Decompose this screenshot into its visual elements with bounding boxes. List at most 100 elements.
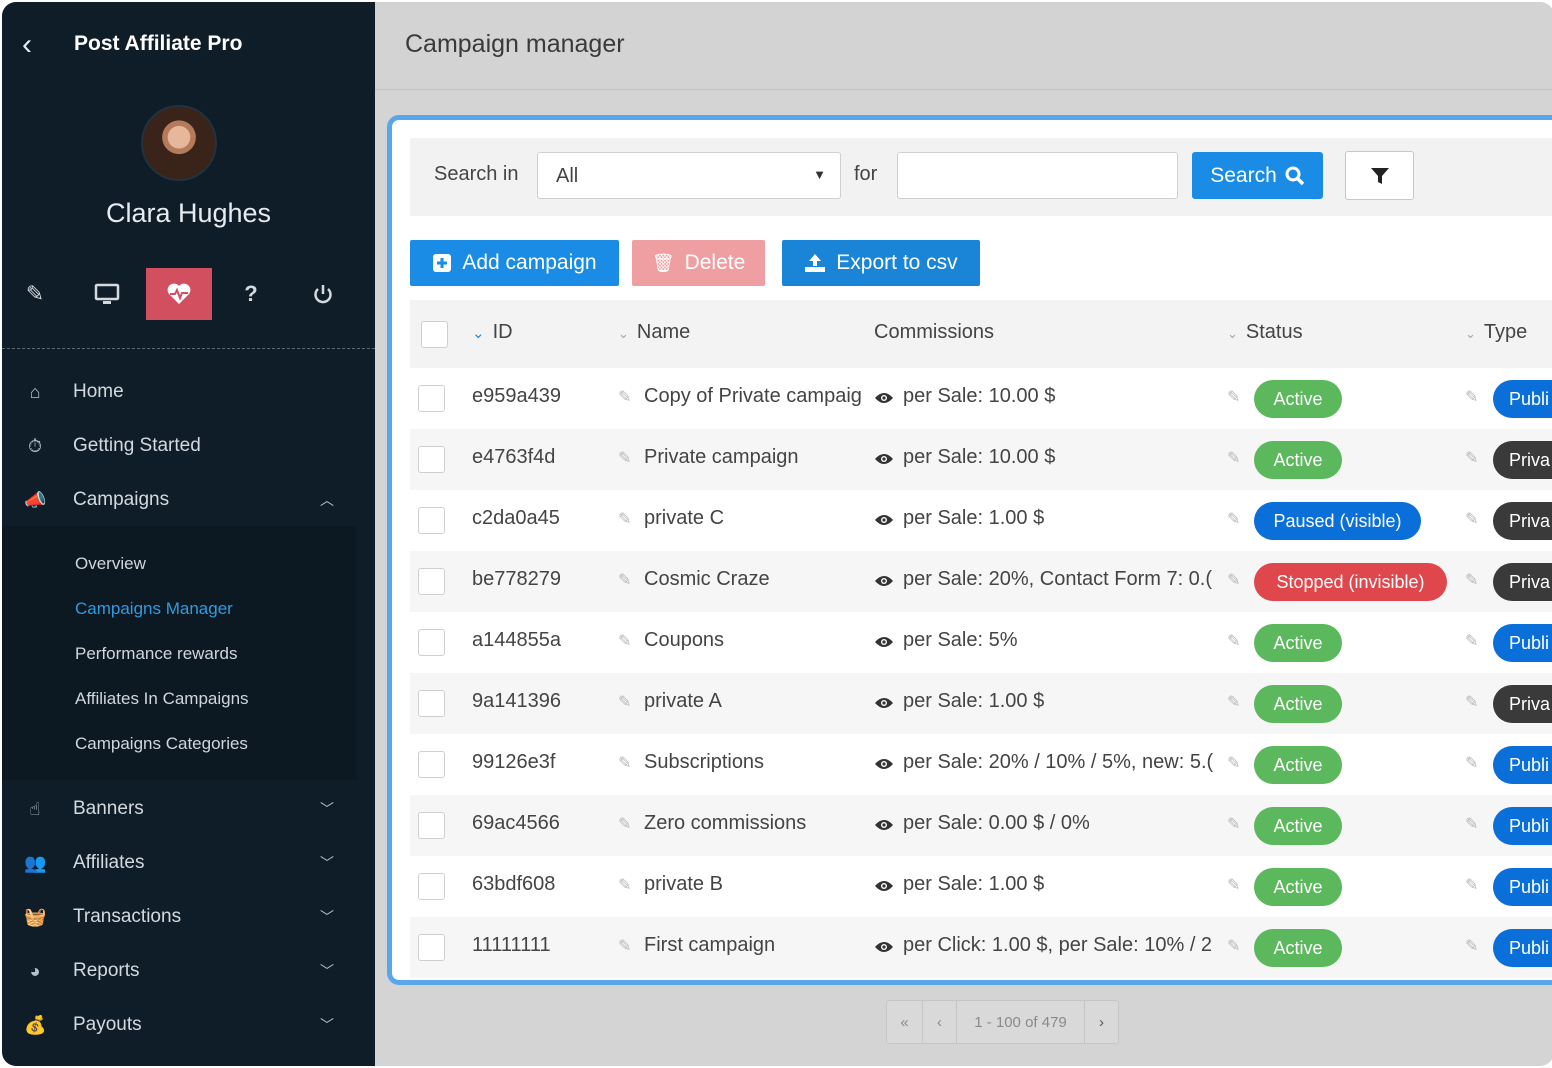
delete-button[interactable]: 🗑 Delete — [632, 240, 765, 286]
sidebar-item-payouts[interactable]: 💰 Payouts ﹀ — [2, 1003, 375, 1047]
table-row[interactable]: 11111111 ✎ First campaign per Click: 1.00 $… — [410, 917, 1552, 978]
heart-pulse-icon[interactable] — [146, 268, 212, 320]
pencil-icon[interactable]: ✎ — [1465, 814, 1478, 834]
pencil-icon[interactable]: ✎ — [1465, 387, 1478, 407]
help-icon[interactable]: ? — [218, 268, 284, 320]
type-badge[interactable]: Priva — [1493, 685, 1552, 723]
pencil-icon[interactable]: ✎ — [1465, 448, 1478, 468]
pencil-icon[interactable]: ✎ — [1227, 814, 1240, 834]
pencil-icon[interactable]: ✎ — [1227, 631, 1240, 651]
table-row[interactable]: e959a439 ✎ Copy of Private campaig per Sale… — [410, 368, 1552, 429]
table-row[interactable]: a144855a ✎ Coupons per Sale: 5% ✎ Active ✎ Publ… — [410, 612, 1552, 673]
sidebar-item-transactions[interactable]: 🧺 Transactions ﹀ — [2, 895, 375, 939]
type-badge[interactable]: Publi — [1493, 868, 1552, 906]
status-badge[interactable]: Paused (visible) — [1254, 502, 1421, 540]
pencil-icon[interactable]: ✎ — [618, 936, 631, 956]
search-in-select[interactable]: All ▼ — [537, 152, 841, 199]
pencil-icon[interactable]: ✎ — [1465, 631, 1478, 651]
pencil-icon[interactable]: ✎ — [618, 387, 631, 407]
type-badge[interactable]: Publi — [1493, 380, 1552, 418]
search-input[interactable] — [897, 152, 1178, 199]
select-all-checkbox[interactable] — [421, 321, 448, 348]
pencil-icon[interactable]: ✎ — [618, 448, 631, 468]
prev-page-button[interactable]: ‹ — [923, 1001, 957, 1043]
pencil-icon[interactable]: ✎ — [2, 268, 68, 320]
row-checkbox[interactable] — [418, 446, 445, 473]
pencil-icon[interactable]: ✎ — [1227, 692, 1240, 712]
type-badge[interactable]: Priva — [1493, 441, 1552, 479]
sidebar-item-banners[interactable]: ☝ Banners ﹀ — [2, 787, 375, 831]
row-checkbox[interactable] — [418, 934, 445, 961]
eye-icon[interactable] — [874, 452, 894, 466]
status-badge[interactable]: Active — [1254, 868, 1342, 906]
column-header-status[interactable]: ⌄ Status — [1227, 321, 1303, 344]
export-csv-button[interactable]: Export to csv — [782, 240, 980, 286]
eye-icon[interactable] — [874, 879, 894, 893]
type-badge[interactable]: Priva — [1493, 563, 1552, 601]
pencil-icon[interactable]: ✎ — [618, 753, 631, 773]
row-checkbox[interactable] — [418, 507, 445, 534]
pencil-icon[interactable]: ✎ — [1227, 875, 1240, 895]
table-row[interactable]: be778279 ✎ Cosmic Craze per Sale: 20%, Cont… — [410, 551, 1552, 612]
monitor-icon[interactable] — [74, 268, 140, 320]
pencil-icon[interactable]: ✎ — [1465, 753, 1478, 773]
eye-icon[interactable] — [874, 696, 894, 710]
row-checkbox[interactable] — [418, 629, 445, 656]
sidebar-item-getting-started[interactable]: ⏱ Getting Started — [2, 424, 375, 468]
status-badge[interactable]: Active — [1254, 746, 1342, 784]
submenu-item-campaigns-manager[interactable]: Campaigns Manager — [75, 599, 233, 619]
pencil-icon[interactable]: ✎ — [618, 814, 631, 834]
type-badge[interactable]: Publi — [1493, 807, 1552, 845]
row-checkbox[interactable] — [418, 751, 445, 778]
table-row[interactable]: e4763f4d ✎ Private campaign per Sale: 10.00… — [410, 429, 1552, 490]
row-checkbox[interactable] — [418, 568, 445, 595]
pencil-icon[interactable]: ✎ — [1227, 936, 1240, 956]
eye-icon[interactable] — [874, 574, 894, 588]
pencil-icon[interactable]: ✎ — [1465, 692, 1478, 712]
table-row[interactable]: 9a141396 ✎ private A per Sale: 1.00 $ ✎ Activ… — [410, 673, 1552, 734]
pencil-icon[interactable]: ✎ — [618, 570, 631, 590]
first-page-button[interactable]: « — [887, 1001, 923, 1043]
table-row[interactable]: 69ac4566 ✎ Zero commissions per Sale: 0.00 … — [410, 795, 1552, 856]
type-badge[interactable]: Priva — [1493, 502, 1552, 540]
pencil-icon[interactable]: ✎ — [618, 509, 631, 529]
column-header-name[interactable]: ⌄ Name — [618, 321, 690, 344]
next-page-button[interactable]: › — [1085, 1001, 1118, 1043]
status-badge[interactable]: Active — [1254, 624, 1342, 662]
table-row[interactable]: 63bdf608 ✎ private B per Sale: 1.00 $ ✎ Activ… — [410, 856, 1552, 917]
submenu-item-affiliates-in-campaigns[interactable]: Affiliates In Campaigns — [75, 689, 249, 709]
sidebar-item-campaigns[interactable]: 📣 Campaigns ︿ — [2, 478, 375, 522]
status-badge[interactable]: Active — [1254, 685, 1342, 723]
search-button[interactable]: Search — [1192, 152, 1323, 199]
pencil-icon[interactable]: ✎ — [1465, 936, 1478, 956]
eye-icon[interactable] — [874, 391, 894, 405]
power-icon[interactable] — [290, 268, 356, 320]
status-badge[interactable]: Active — [1254, 929, 1342, 967]
pencil-icon[interactable]: ✎ — [1465, 875, 1478, 895]
sidebar-item-home[interactable]: ⌂ Home — [2, 370, 375, 414]
filter-button[interactable] — [1345, 151, 1414, 200]
submenu-item-performance-rewards[interactable]: Performance rewards — [75, 644, 238, 664]
row-checkbox[interactable] — [418, 690, 445, 717]
eye-icon[interactable] — [874, 635, 894, 649]
pencil-icon[interactable]: ✎ — [1465, 509, 1478, 529]
sidebar-item-reports[interactable]: ◕ Reports ﹀ — [2, 949, 375, 993]
pencil-icon[interactable]: ✎ — [1227, 753, 1240, 773]
row-checkbox[interactable] — [418, 812, 445, 839]
type-badge[interactable]: Publi — [1493, 746, 1552, 784]
table-row[interactable]: c2da0a45 ✎ private C per Sale: 1.00 $ ✎ Pause… — [410, 490, 1552, 551]
pencil-icon[interactable]: ✎ — [1227, 448, 1240, 468]
add-campaign-button[interactable]: Add campaign — [410, 240, 619, 286]
submenu-item-campaigns-categories[interactable]: Campaigns Categories — [75, 734, 248, 754]
type-badge[interactable]: Publi — [1493, 929, 1552, 967]
submenu-item-overview[interactable]: Overview — [75, 554, 146, 574]
row-checkbox[interactable] — [418, 385, 445, 412]
pencil-icon[interactable]: ✎ — [618, 631, 631, 651]
row-checkbox[interactable] — [418, 873, 445, 900]
pencil-icon[interactable]: ✎ — [1227, 387, 1240, 407]
column-header-type[interactable]: ⌄ Type — [1465, 321, 1527, 344]
status-badge[interactable]: Active — [1254, 441, 1342, 479]
chevron-left-icon[interactable]: ‹ — [22, 30, 32, 60]
table-row[interactable]: 99126e3f ✎ Subscriptions per Sale: 20% / 10… — [410, 734, 1552, 795]
pencil-icon[interactable]: ✎ — [618, 875, 631, 895]
